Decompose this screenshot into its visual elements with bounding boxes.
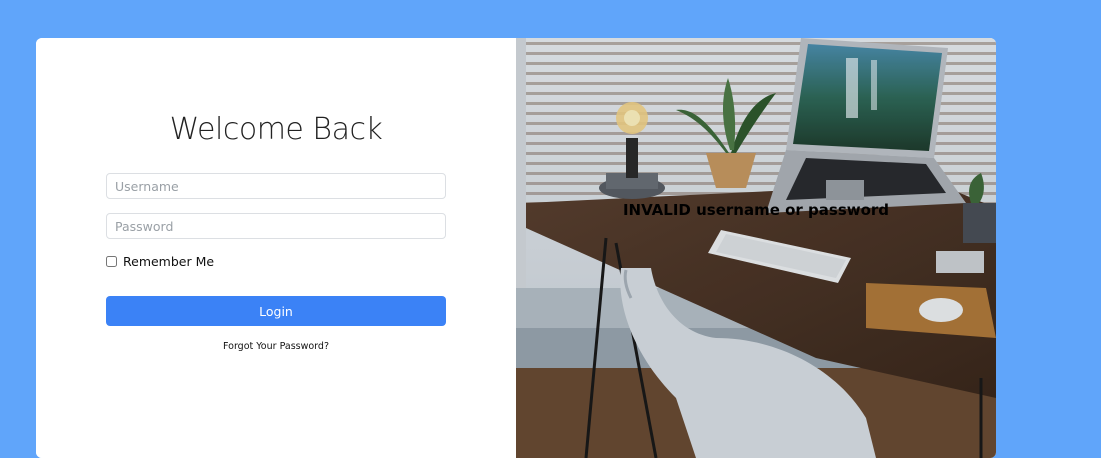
- page-title: Welcome Back: [169, 112, 383, 147]
- remember-me[interactable]: Remember Me: [106, 254, 214, 269]
- login-button[interactable]: Login: [106, 296, 446, 326]
- error-message: INVALID username or password: [622, 201, 890, 219]
- remember-me-label: Remember Me: [123, 254, 215, 269]
- login-form-panel: Welcome Back Remember Me Login Forgot Yo…: [36, 38, 516, 458]
- desk-photo-illustration: [516, 38, 996, 458]
- login-card: Welcome Back Remember Me Login Forgot Yo…: [36, 38, 996, 458]
- password-input[interactable]: [106, 213, 446, 239]
- remember-me-checkbox[interactable]: [106, 256, 117, 267]
- forgot-password-link[interactable]: Forgot Your Password?: [36, 341, 516, 352]
- hero-image: INVALID username or password: [516, 38, 996, 458]
- username-input[interactable]: [106, 173, 446, 199]
